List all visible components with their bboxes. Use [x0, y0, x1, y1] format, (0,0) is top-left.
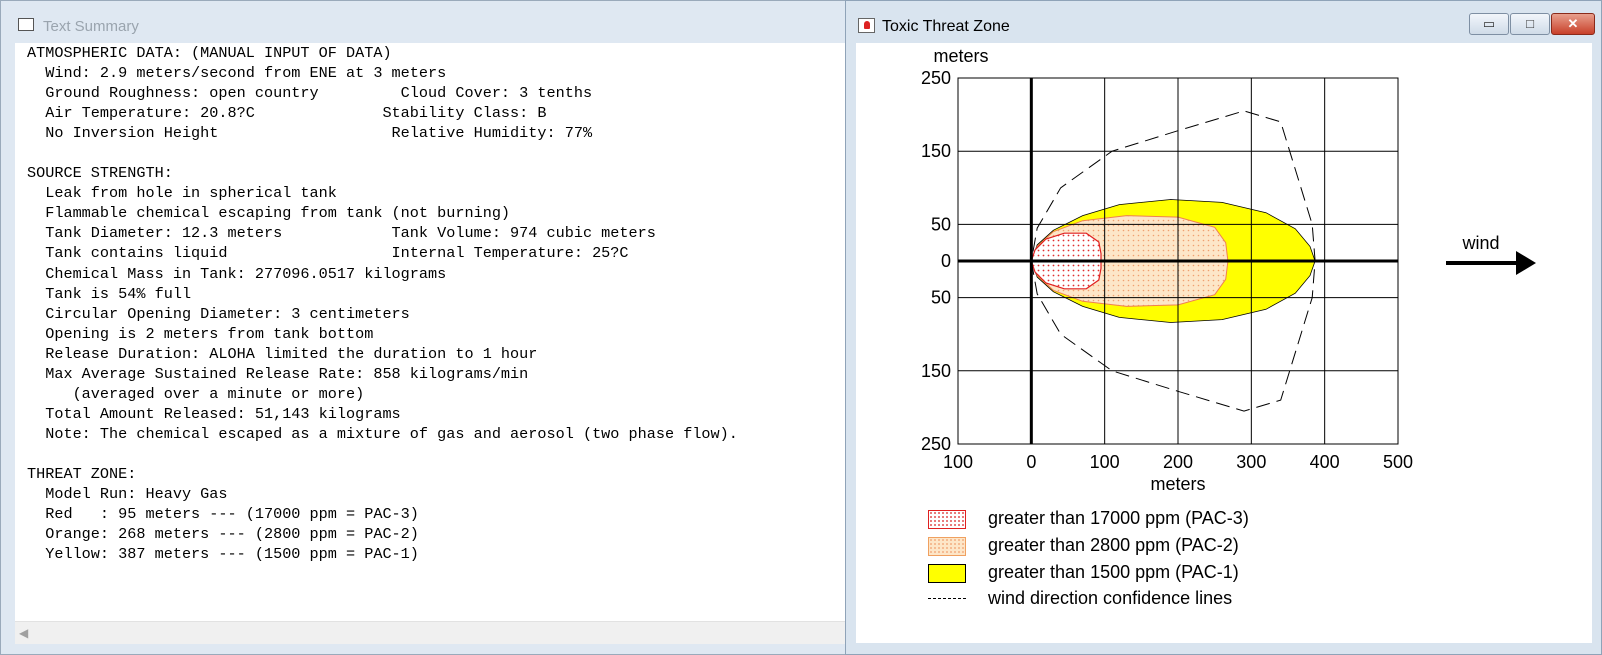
- legend-swatch-dashed-line: [928, 598, 966, 599]
- window-app-icon: [18, 18, 34, 31]
- wind-arrowhead-icon: [1516, 251, 1536, 275]
- x-axis-label: meters: [1150, 474, 1205, 494]
- y-tick-label: 250: [921, 434, 951, 454]
- legend-swatch-red: [928, 510, 966, 529]
- legend-label: greater than 1500 ppm (PAC-1): [988, 562, 1239, 582]
- y-tick-label: 150: [921, 361, 951, 381]
- wind-label: wind: [1461, 233, 1499, 253]
- x-tick-label: 500: [1383, 452, 1413, 472]
- legend-label: wind direction confidence lines: [988, 588, 1233, 608]
- x-tick-label: 200: [1163, 452, 1193, 472]
- x-tick-label: 400: [1310, 452, 1340, 472]
- x-tick-label: 100: [1090, 452, 1120, 472]
- y-tick-label: 0: [941, 251, 951, 271]
- y-tick-label: 50: [931, 214, 951, 234]
- toxic-threat-zone-window[interactable]: Toxic Threat Zone ▭ □ ✕ 100 0 100 200 300 400…: [845, 0, 1602, 655]
- minimize-button[interactable]: ▭: [1469, 13, 1509, 35]
- legend-label: greater than 17000 ppm (PAC-3): [988, 508, 1249, 528]
- y-tick-label: 50: [931, 288, 951, 308]
- threat-zone-plot-area: 100 0 100 200 300 400 500 250 150 50 0 50 150 250 mete…: [856, 43, 1592, 643]
- x-tick-label: 0: [1026, 452, 1036, 472]
- legend-swatch-orange: [928, 537, 966, 556]
- window-title: Toxic Threat Zone: [882, 18, 1010, 35]
- window-app-icon: [858, 18, 875, 33]
- text-summary-titlebar[interactable]: Text Summary: [1, 1, 845, 43]
- maximize-button[interactable]: □: [1510, 13, 1550, 35]
- y-tick-label: 250: [921, 68, 951, 88]
- text-summary-body[interactable]: ATMOSPHERIC DATA: (MANUAL INPUT OF DATA)…: [15, 43, 845, 621]
- x-tick-label: 100: [943, 452, 973, 472]
- close-button[interactable]: ✕: [1551, 13, 1595, 35]
- y-tick-label: 150: [921, 141, 951, 161]
- legend-label: greater than 2800 ppm (PAC-2): [988, 535, 1239, 555]
- window-title: Text Summary: [43, 18, 139, 35]
- y-axis-label: meters: [933, 46, 988, 66]
- summary-text: ATMOSPHERIC DATA: (MANUAL INPUT OF DATA)…: [27, 44, 738, 564]
- legend-swatch-yellow: [928, 564, 966, 583]
- text-summary-window[interactable]: Text Summary ATMOSPHERIC DATA: (MANUAL I…: [0, 0, 846, 655]
- scroll-left-icon[interactable]: ◀: [19, 626, 28, 640]
- horizontal-scrollbar[interactable]: ◀: [15, 621, 845, 644]
- x-tick-label: 300: [1236, 452, 1266, 472]
